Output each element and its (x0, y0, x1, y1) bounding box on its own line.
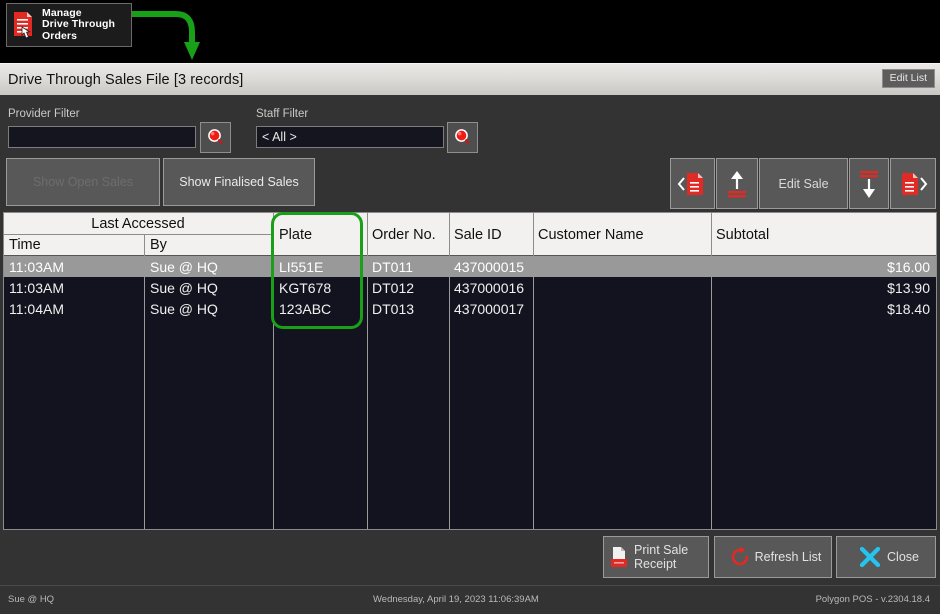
annotation-arrow (128, 11, 200, 60)
cell-customer-name (538, 277, 708, 298)
cell-plate: 123ABC (279, 300, 332, 317)
callout-label: Manage Drive Through Orders (42, 6, 116, 42)
status-bar: Sue @ HQ Wednesday, April 19, 2023 11:06… (0, 585, 940, 614)
column-header-by[interactable]: By (150, 234, 270, 256)
cell-by: Sue @ HQ (150, 279, 218, 296)
staff-filter-label: Staff Filter (256, 108, 309, 120)
cell-customer-name (538, 256, 708, 277)
table-row[interactable]: 11:04AM Sue @ HQ 123ABC DT013 437000017 … (4, 298, 936, 319)
column-header-sale-id[interactable]: Sale ID (454, 213, 534, 256)
staff-search-button[interactable] (447, 122, 478, 153)
close-x-icon (853, 545, 887, 569)
sales-grid[interactable]: Last Accessed Time By Plate Order No. Sa… (3, 212, 937, 530)
refresh-list-button[interactable]: Refresh List (714, 536, 832, 578)
edit-list-button[interactable]: Edit List (881, 69, 935, 88)
refresh-icon (725, 546, 755, 568)
last-record-button[interactable] (890, 158, 936, 209)
column-header-customer-name[interactable]: Customer Name (538, 213, 708, 256)
column-header-order-no[interactable]: Order No. (372, 213, 447, 256)
callout-manage-drive-through-orders: Manage Drive Through Orders (6, 3, 132, 47)
arrow-up-icon (728, 170, 746, 197)
cell-time: 11:03AM (9, 258, 64, 275)
cell-time: 11:03AM (9, 279, 64, 296)
close-label: Close (887, 550, 919, 564)
window-title-bar: Drive Through Sales File [3 records] Edi… (0, 63, 940, 95)
first-record-button[interactable] (670, 158, 715, 209)
refresh-list-label: Refresh List (754, 550, 822, 564)
cell-time: 11:04AM (9, 300, 64, 317)
cell-customer-name (538, 298, 708, 319)
cell-order-no: DT013 (372, 300, 415, 317)
edit-sale-label: Edit Sale (778, 176, 829, 191)
table-row[interactable]: 11:03AM Sue @ HQ LI551E DT011 437000015 … (4, 256, 936, 277)
staff-filter-input[interactable] (256, 126, 444, 148)
cell-sale-id: 437000017 (454, 300, 525, 317)
print-sale-receipt-label: Print Sale Receipt (634, 543, 689, 571)
status-datetime: Wednesday, April 19, 2023 11:06:39AM (373, 594, 539, 605)
status-version: Polygon POS - v.2304.18.4 (815, 594, 930, 605)
document-hand-icon (11, 10, 37, 40)
column-group-last-accessed: Last Accessed (91, 215, 185, 232)
cell-order-no: DT011 (372, 258, 413, 275)
close-button[interactable]: Close (836, 536, 936, 578)
column-header-plate[interactable]: Plate (279, 213, 364, 256)
magnifier-icon (455, 129, 470, 145)
app-window: Manage Drive Through Orders Drive Throug… (0, 0, 940, 614)
provider-search-button[interactable] (200, 122, 231, 153)
first-record-icon (677, 172, 703, 195)
provider-filter-label: Provider Filter (8, 108, 80, 120)
cell-subtotal: $18.40 (887, 300, 930, 317)
move-down-button[interactable] (849, 158, 889, 209)
cell-sale-id: 437000016 (454, 279, 525, 296)
column-header-time[interactable]: Time (9, 234, 139, 256)
cell-by: Sue @ HQ (150, 258, 218, 275)
table-row[interactable]: 11:03AM Sue @ HQ KGT678 DT012 437000016 … (4, 277, 936, 298)
cell-subtotal: $16.00 (887, 258, 930, 275)
cell-plate: LI551E (279, 258, 324, 275)
cell-subtotal: $13.90 (887, 279, 930, 296)
cell-sale-id: 437000015 (454, 258, 525, 275)
status-user: Sue @ HQ (8, 594, 55, 605)
grid-body[interactable]: 11:03AM Sue @ HQ LI551E DT011 437000015 … (4, 256, 936, 529)
column-header-subtotal[interactable]: Subtotal (716, 213, 886, 256)
magnifier-icon (208, 129, 223, 145)
cell-plate: KGT678 (279, 279, 332, 296)
provider-filter-input[interactable] (8, 126, 196, 148)
cell-by: Sue @ HQ (150, 300, 218, 317)
move-up-button[interactable] (716, 158, 758, 209)
last-record-icon (902, 172, 928, 195)
show-open-sales-button[interactable]: Show Open Sales (6, 158, 160, 206)
print-sale-receipt-button[interactable]: Print Sale Receipt (603, 536, 709, 578)
grid-header: Last Accessed Time By Plate Order No. Sa… (4, 213, 936, 256)
printer-icon (604, 545, 634, 569)
page-title: Drive Through Sales File [3 records] (8, 71, 244, 88)
show-finalised-sales-button[interactable]: Show Finalised Sales (163, 158, 315, 206)
arrow-down-icon (860, 170, 878, 198)
cell-order-no: DT012 (372, 279, 415, 296)
edit-sale-button[interactable]: Edit Sale (759, 158, 848, 209)
